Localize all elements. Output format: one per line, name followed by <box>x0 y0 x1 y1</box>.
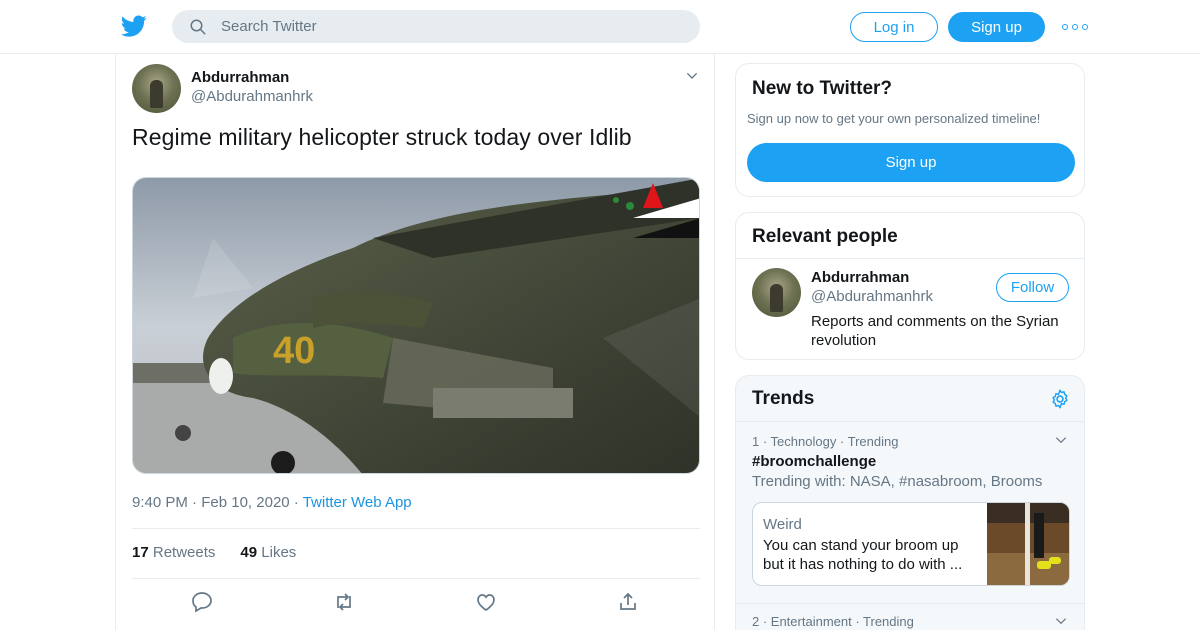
retweets-stat[interactable]: 17 Retweets <box>132 544 215 561</box>
likes-count: 49 <box>240 544 258 561</box>
search-input[interactable] <box>221 18 661 35</box>
tweet-timestamp: 9:40 PM · Feb 10, 2020 · Twitter Web App <box>132 494 412 511</box>
more-dots-icon[interactable] <box>1062 17 1088 37</box>
likes-label: Likes <box>261 544 297 561</box>
divider <box>736 258 1084 259</box>
tweet-actions <box>132 590 700 616</box>
helicopter-number: 40 <box>273 330 315 372</box>
person-name[interactable]: Abdurrahman <box>811 269 909 286</box>
dot <box>1082 24 1088 30</box>
chevron-down-icon[interactable] <box>1054 614 1068 628</box>
follow-button[interactable]: Follow <box>996 273 1069 302</box>
relevant-people-title: Relevant people <box>752 226 898 247</box>
dot <box>1062 24 1068 30</box>
trend-meta: 2 · Entertainment · Trending <box>752 614 914 629</box>
author-name[interactable]: Abdurrahman <box>191 69 289 86</box>
top-navigation-bar: Log in Sign up <box>0 0 1200 54</box>
trend-meta: 1 · Technology · Trending <box>752 434 899 449</box>
likes-stat[interactable]: 49 Likes <box>240 544 296 561</box>
helicopter-photo: 40 <box>133 178 699 473</box>
tweet-card: Abdurrahman @Abdurahmanhrk Regime milita… <box>115 54 715 630</box>
like-heart-icon[interactable] <box>474 590 498 614</box>
author-avatar[interactable] <box>132 64 181 113</box>
person-avatar[interactable] <box>752 268 801 317</box>
person-handle[interactable]: @Abdurahmanhrk <box>811 288 933 305</box>
trend-related: Trending with: NASA, #nasabroom, Brooms <box>752 473 1043 490</box>
story-thumbnail <box>987 503 1069 585</box>
search-icon <box>190 19 206 34</box>
retweet-icon[interactable] <box>332 590 356 614</box>
chevron-down-icon[interactable] <box>684 68 700 84</box>
divider <box>736 603 1084 604</box>
divider <box>132 578 700 579</box>
sidebar-signup-button[interactable]: Sign up <box>747 143 1075 182</box>
share-icon[interactable] <box>616 590 640 614</box>
tweet-source-link[interactable]: Twitter Web App <box>303 494 412 511</box>
story-text: You can stand your broom up but it has n… <box>763 537 963 573</box>
search-box[interactable] <box>172 10 700 43</box>
tweet-text: Regime military helicopter struck today … <box>132 124 632 150</box>
trends-title: Trends <box>752 388 815 409</box>
dot <box>1072 24 1078 30</box>
relevant-people-card: Relevant people Abdurrahman @Abdurahmanh… <box>735 212 1085 360</box>
retweets-label: Retweets <box>152 544 216 561</box>
signup-button[interactable]: Sign up <box>948 12 1045 42</box>
trend-name[interactable]: #broomchallenge <box>752 453 876 470</box>
retweets-count: 17 <box>132 544 149 561</box>
author-handle[interactable]: @Abdurahmanhrk <box>191 88 313 105</box>
tweet-image[interactable]: 40 <box>132 177 700 474</box>
reply-icon[interactable] <box>190 590 214 614</box>
tweet-time[interactable]: 9:40 PM <box>132 494 188 511</box>
new-to-twitter-card: New to Twitter? Sign up now to get your … <box>735 63 1085 197</box>
tweet-date[interactable]: Feb 10, 2020 <box>201 494 289 511</box>
twitter-bird-icon[interactable] <box>120 13 148 39</box>
divider <box>132 528 700 529</box>
new-to-twitter-subtitle: Sign up now to get your own personalized… <box>747 111 1041 126</box>
chevron-down-icon[interactable] <box>1054 433 1068 447</box>
story-category: Weird <box>763 516 802 533</box>
tweet-stats: 17 Retweets 49 Likes <box>132 544 296 561</box>
trends-card: Trends 1 · Technology · Trending #broomc… <box>735 375 1085 630</box>
divider <box>736 421 1084 422</box>
trend-story-card[interactable]: Weird You can stand your broom up but it… <box>752 502 1070 586</box>
new-to-twitter-title: New to Twitter? <box>752 78 893 99</box>
gear-icon[interactable] <box>1049 388 1071 410</box>
person-bio: Reports and comments on the Syrian revol… <box>811 313 1059 349</box>
login-button[interactable]: Log in <box>850 12 938 42</box>
